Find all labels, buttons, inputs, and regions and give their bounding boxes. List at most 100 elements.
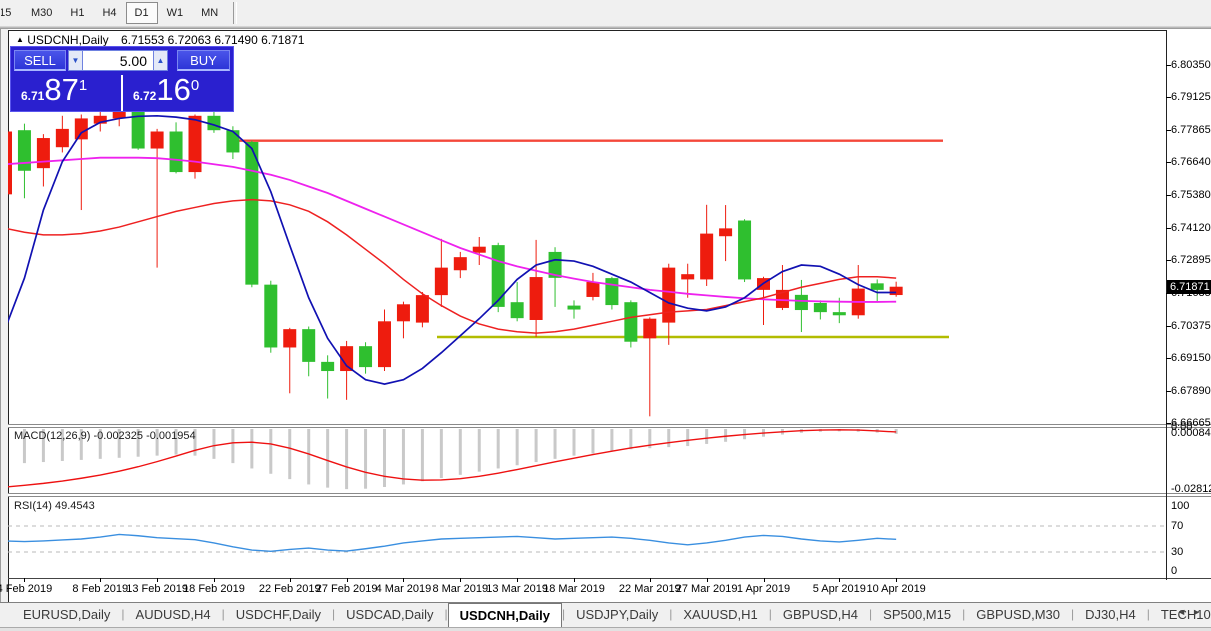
macd-histogram-bar bbox=[288, 429, 292, 480]
macd-histogram-bar bbox=[212, 429, 216, 459]
candle-body bbox=[529, 277, 543, 320]
panel-divider bbox=[121, 75, 123, 111]
macd-histogram-bar bbox=[231, 429, 235, 464]
macd-histogram-bar bbox=[724, 429, 728, 442]
volume-input[interactable] bbox=[83, 50, 153, 71]
macd-histogram-bar bbox=[572, 429, 576, 456]
time-tick-mark bbox=[574, 578, 575, 582]
time-tick-label: 5 Apr 2019 bbox=[812, 583, 866, 595]
time-tick-label: 13 Feb 2019 bbox=[126, 583, 188, 595]
trading-terminal: M15M30H1H4D1W1MN ▲ USDCNH,Daily 6.71553 … bbox=[0, 0, 1211, 631]
macd-histogram-bar bbox=[401, 429, 405, 485]
buy-price-main: 16 bbox=[156, 72, 191, 107]
chart-tab-XAUUSD-H1[interactable]: XAUUSD,H1 bbox=[672, 603, 768, 627]
time-tick-label: 8 Feb 2019 bbox=[72, 583, 129, 595]
rsi-indicator-label: RSI(14) 49.4543 bbox=[14, 500, 95, 512]
timeframe-button-M15[interactable]: M15 bbox=[0, 2, 22, 24]
candle-body bbox=[643, 318, 657, 339]
chart-tab-AUDUSD-H4[interactable]: AUDUSD,H4 bbox=[125, 603, 222, 627]
macd-histogram-bar bbox=[345, 429, 349, 490]
candle-body bbox=[586, 282, 600, 297]
candle-body bbox=[491, 245, 505, 307]
candle-body bbox=[719, 228, 733, 237]
buy-button[interactable]: BUY bbox=[177, 50, 230, 71]
price-tick-label: 6.76640 bbox=[1171, 155, 1211, 168]
chart-title: ▲ USDCNH,Daily 6.71553 6.72063 6.71490 6… bbox=[16, 33, 304, 47]
status-strip bbox=[0, 627, 1211, 631]
candle-body bbox=[472, 246, 486, 253]
candle-body bbox=[226, 130, 240, 153]
buy-price[interactable]: 6.72160 bbox=[133, 72, 199, 108]
volume-decrease-button[interactable]: ▼ bbox=[68, 50, 83, 71]
macd-indicator-label: MACD(12,26,9) -0.002325 -0.001954 bbox=[14, 430, 196, 442]
rsi-axis-label: 0 bbox=[1171, 565, 1178, 577]
time-tick-mark bbox=[403, 578, 405, 582]
rsi-panel-chart[interactable] bbox=[8, 497, 1166, 578]
macd-histogram-bar bbox=[458, 429, 462, 475]
timeframe-button-W1[interactable]: W1 bbox=[158, 2, 193, 24]
timeframe-button-D1[interactable]: D1 bbox=[125, 2, 158, 24]
candle-body bbox=[321, 361, 335, 372]
price-tick-label: 6.77865 bbox=[1171, 123, 1211, 136]
time-tick-label: 22 Mar 2019 bbox=[618, 583, 681, 595]
time-tick-mark bbox=[649, 578, 651, 582]
candle-body bbox=[794, 294, 808, 311]
macd-axis-label: -0.0281241 bbox=[1171, 483, 1211, 495]
candle-body bbox=[738, 220, 752, 280]
macd-histogram-bar bbox=[629, 429, 633, 450]
candle-body bbox=[624, 302, 638, 342]
sell-button[interactable]: SELL bbox=[14, 50, 66, 71]
candle-body bbox=[700, 233, 714, 280]
time-tick-label: 18 Feb 2019 bbox=[183, 583, 245, 595]
candle-body bbox=[889, 286, 903, 296]
candle-body bbox=[55, 128, 69, 148]
candle-body bbox=[453, 257, 467, 271]
chart-tab-USDJPY-Daily[interactable]: USDJPY,Daily bbox=[565, 603, 669, 627]
price-tick-label: 6.80350 bbox=[1171, 58, 1211, 71]
sell-price[interactable]: 6.71871 bbox=[21, 72, 87, 108]
macd-histogram-bar bbox=[705, 429, 709, 444]
price-tick-label: 6.69150 bbox=[1171, 351, 1211, 364]
chart-tab-USDCAD-Daily[interactable]: USDCAD,Daily bbox=[335, 603, 444, 627]
macd-histogram-bar bbox=[420, 429, 424, 482]
rsi-axis-label: 70 bbox=[1171, 520, 1184, 532]
timeframe-toolbar: M15M30H1H4D1W1MN bbox=[0, 0, 1211, 25]
volume-increase-button[interactable]: ▲ bbox=[153, 50, 168, 71]
tab-scroll-left-icon[interactable]: ◄ bbox=[1177, 607, 1192, 617]
chart-tab-USDCNH-Daily[interactable]: USDCNH,Daily bbox=[447, 603, 562, 627]
timeframe-button-M30[interactable]: M30 bbox=[22, 2, 61, 24]
timeframe-button-MN[interactable]: MN bbox=[192, 2, 227, 24]
macd-histogram-bar bbox=[496, 429, 500, 469]
candle-body bbox=[17, 130, 31, 171]
chart-tab-SP500-M15[interactable]: SP500,M15 bbox=[872, 603, 962, 627]
candle-body bbox=[832, 312, 846, 316]
price-axis-line bbox=[1166, 30, 1167, 580]
chart-tab-USDCHF-Daily[interactable]: USDCHF,Daily bbox=[225, 603, 332, 627]
timeframe-button-H1[interactable]: H1 bbox=[61, 2, 93, 24]
chart-tab-GBPUSD-H4[interactable]: GBPUSD,H4 bbox=[772, 603, 869, 627]
time-tick-label: 27 Feb 2019 bbox=[315, 583, 378, 595]
candle-body bbox=[74, 118, 88, 140]
timeframe-button-H4[interactable]: H4 bbox=[93, 2, 125, 24]
rsi-axis-label: 100 bbox=[1171, 500, 1190, 512]
macd-histogram-bar bbox=[269, 429, 273, 474]
time-tick-mark bbox=[839, 578, 841, 582]
chart-tab-EURUSD-Daily[interactable]: EURUSD,Daily bbox=[12, 603, 121, 627]
macd-histogram-bar bbox=[383, 429, 386, 487]
tab-scroll-right-icon[interactable]: ► bbox=[1192, 607, 1207, 617]
buy-price-pip: 0 bbox=[190, 77, 200, 94]
time-tick-label: 10 Apr 2019 bbox=[866, 583, 926, 595]
collapse-triangle-icon[interactable]: ▲ bbox=[16, 35, 24, 44]
chart-tab-GBPUSD-M30[interactable]: GBPUSD,M30 bbox=[965, 603, 1071, 627]
macd-axis-label: 0.000849 bbox=[1171, 427, 1211, 439]
chart-symbol-label: USDCNH,Daily bbox=[27, 33, 109, 47]
toolbar-separator bbox=[233, 1, 238, 24]
chart-tabbar: EURUSD,Daily | AUDUSD,H4 | USDCHF,Daily | USDC… bbox=[0, 603, 1211, 627]
chart-tab-DJ30-H4[interactable]: DJ30,H4 bbox=[1074, 603, 1147, 627]
tab-scroll-arrows: ◄► bbox=[1177, 607, 1207, 617]
price-tick-label: 6.70375 bbox=[1171, 319, 1211, 332]
time-tick-label: 1 Apr 2019 bbox=[736, 583, 791, 595]
candle-body bbox=[813, 302, 827, 313]
time-tick-label: 8 Mar 2019 bbox=[432, 583, 489, 595]
current-price-badge: 6.71871 bbox=[1167, 279, 1211, 294]
